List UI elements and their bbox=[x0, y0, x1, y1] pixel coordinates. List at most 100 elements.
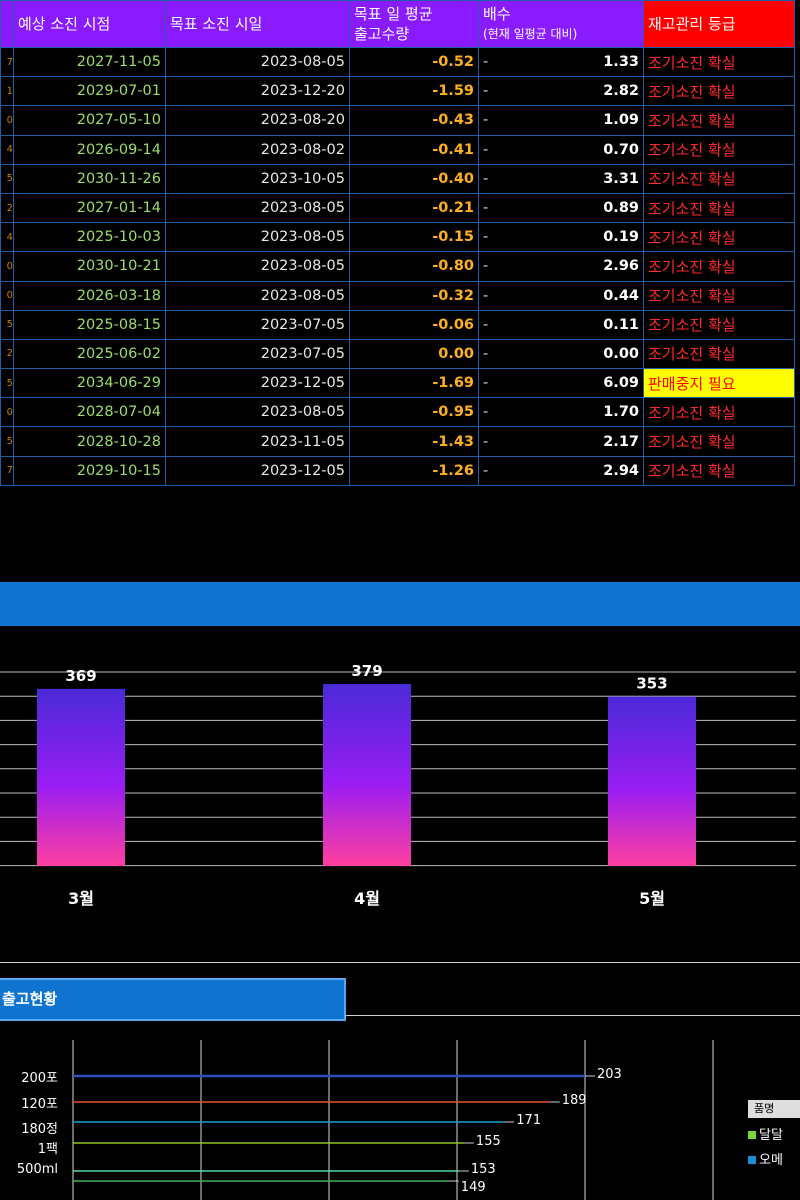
target-date-cell[interactable]: 2023-12-05 bbox=[165, 455, 350, 486]
grade-cell[interactable]: 조기소진 확실 bbox=[643, 280, 795, 311]
grade-cell[interactable]: 조기소진 확실 bbox=[643, 397, 795, 428]
expected-date-cell[interactable]: 2029-07-01 bbox=[13, 76, 166, 107]
target-date-cell[interactable]: 2023-07-05 bbox=[165, 338, 350, 370]
table-row[interactable]: 2 2027-01-14 2023-08-05 -0.21- 0.89 조기소진 확실 bbox=[0, 192, 795, 224]
edge-cell[interactable]: 4 bbox=[0, 134, 14, 165]
target-avg-cell[interactable]: -0.80 bbox=[349, 251, 479, 282]
expected-date-cell[interactable]: 2027-05-10 bbox=[13, 105, 166, 136]
expected-date-cell[interactable]: 2028-07-04 bbox=[13, 397, 166, 428]
expected-date-cell[interactable]: 2030-10-21 bbox=[13, 251, 166, 282]
table-row[interactable]: 4 2025-10-03 2023-08-05 -0.15- 0.19 조기소진 확실 bbox=[0, 222, 795, 253]
ratio-cell[interactable]: - 6.09 bbox=[478, 368, 644, 399]
expected-date-cell[interactable]: 2025-08-15 bbox=[13, 309, 166, 340]
expected-date-cell[interactable]: 2030-11-26 bbox=[13, 163, 166, 194]
grade-cell[interactable]: 조기소진 확실 bbox=[643, 338, 795, 370]
target-avg-cell[interactable]: -1.69 bbox=[349, 368, 479, 399]
target-avg-cell[interactable]: -1.26 bbox=[349, 455, 479, 486]
table-row[interactable]: 0 2028-07-04 2023-08-05 -0.95- 1.70 조기소진 확실 bbox=[0, 397, 795, 428]
table-row[interactable]: 1 2029-07-01 2023-12-20 -1.59- 2.82 조기소진 확실 bbox=[0, 76, 795, 107]
target-date-cell[interactable]: 2023-11-05 bbox=[165, 426, 350, 457]
table-row[interactable]: 0 2027-05-10 2023-08-20 -0.43- 1.09 조기소진 확실 bbox=[0, 105, 795, 136]
grade-cell[interactable]: 조기소진 확실 bbox=[643, 222, 795, 253]
target-date-cell[interactable]: 2023-08-05 bbox=[165, 251, 350, 282]
target-avg-cell[interactable]: -0.43 bbox=[349, 105, 479, 136]
ratio-cell[interactable]: - 0.11 bbox=[478, 309, 644, 340]
edge-cell[interactable]: 7 bbox=[0, 46, 14, 78]
table-row[interactable]: 2 2025-06-02 2023-07-05 0.00-0.00 조기소진 확실 bbox=[0, 338, 795, 370]
ratio-cell[interactable]: - 1.09 bbox=[478, 105, 644, 136]
grade-cell[interactable]: 조기소진 확실 bbox=[643, 134, 795, 165]
table-row[interactable]: 5 2025-08-15 2023-07-05 -0.06- 0.11 조기소진 확실 bbox=[0, 309, 795, 340]
target-avg-cell[interactable]: -1.43 bbox=[349, 426, 479, 457]
table-row[interactable]: 7 2029-10-15 2023-12-05 -1.26- 2.94 조기소진 확실 bbox=[0, 455, 795, 486]
edge-cell[interactable]: 2 bbox=[0, 192, 14, 224]
expected-date-cell[interactable]: 2025-10-03 bbox=[13, 222, 166, 253]
ratio-cell[interactable]: - 0.70 bbox=[478, 134, 644, 165]
ratio-cell[interactable]: - 0.00 bbox=[478, 338, 644, 370]
expected-date-cell[interactable]: 2034-06-29 bbox=[13, 368, 166, 399]
edge-cell[interactable]: 0 bbox=[0, 280, 14, 311]
edge-cell[interactable]: 5 bbox=[0, 163, 14, 194]
ratio-cell[interactable]: - 2.82 bbox=[478, 76, 644, 107]
table-row[interactable]: 5 2034-06-29 2023-12-05 -1.69- 6.09 판매중지 필요 bbox=[0, 368, 795, 399]
expected-date-cell[interactable]: 2026-09-14 bbox=[13, 134, 166, 165]
legend-item[interactable]: 달달 bbox=[748, 1124, 800, 1143]
table-row[interactable]: 0 2026-03-18 2023-08-05 -0.32- 0.44 조기소진 확실 bbox=[0, 280, 795, 311]
grade-cell[interactable]: 조기소진 확실 bbox=[643, 455, 795, 486]
header-target-date[interactable]: 목표 소진 시일 bbox=[165, 0, 350, 48]
expected-date-cell[interactable]: 2025-06-02 bbox=[13, 338, 166, 370]
grade-cell[interactable]: 조기소진 확실 bbox=[643, 192, 795, 224]
target-avg-cell[interactable]: 0.00 bbox=[349, 338, 479, 370]
edge-cell[interactable]: 7 bbox=[0, 455, 14, 486]
table-row[interactable]: 5 2028-10-28 2023-11-05 -1.43- 2.17 조기소진 확실 bbox=[0, 426, 795, 457]
target-avg-cell[interactable]: -0.21 bbox=[349, 192, 479, 224]
target-date-cell[interactable]: 2023-10-05 bbox=[165, 163, 350, 194]
legend-item[interactable]: 오메 bbox=[748, 1149, 800, 1168]
edge-cell[interactable]: 5 bbox=[0, 368, 14, 399]
target-avg-cell[interactable]: -0.95 bbox=[349, 397, 479, 428]
bar-3월[interactable] bbox=[37, 688, 125, 866]
target-avg-cell[interactable]: -0.40 bbox=[349, 163, 479, 194]
grade-cell[interactable]: 조기소진 확실 bbox=[643, 105, 795, 136]
target-avg-cell[interactable]: -0.15 bbox=[349, 222, 479, 253]
edge-cell[interactable]: 5 bbox=[0, 309, 14, 340]
table-row[interactable]: 7 2027-11-05 2023-08-05 -0.52- 1.33 조기소진 확실 bbox=[0, 46, 795, 78]
expected-date-cell[interactable]: 2027-01-14 bbox=[13, 192, 166, 224]
grade-cell[interactable]: 조기소진 확실 bbox=[643, 251, 795, 282]
ratio-cell[interactable]: - 0.19 bbox=[478, 222, 644, 253]
ratio-cell[interactable]: - 0.44 bbox=[478, 280, 644, 311]
target-avg-cell[interactable]: -0.52 bbox=[349, 46, 479, 78]
table-row[interactable]: 0 2030-10-21 2023-08-05 -0.80- 2.96 조기소진 확실 bbox=[0, 251, 795, 282]
target-avg-cell[interactable]: -0.32 bbox=[349, 280, 479, 311]
grade-cell[interactable]: 조기소진 확실 bbox=[643, 76, 795, 107]
target-date-cell[interactable]: 2023-08-05 bbox=[165, 192, 350, 224]
edge-cell[interactable]: 4 bbox=[0, 222, 14, 253]
target-date-cell[interactable]: 2023-08-02 bbox=[165, 134, 350, 165]
target-date-cell[interactable]: 2023-08-05 bbox=[165, 397, 350, 428]
expected-date-cell[interactable]: 2026-03-18 bbox=[13, 280, 166, 311]
grade-cell[interactable]: 조기소진 확실 bbox=[643, 309, 795, 340]
expected-date-cell[interactable]: 2029-10-15 bbox=[13, 455, 166, 486]
target-date-cell[interactable]: 2023-08-05 bbox=[165, 46, 350, 78]
target-avg-cell[interactable]: -0.41 bbox=[349, 134, 479, 165]
target-date-cell[interactable]: 2023-07-05 bbox=[165, 309, 350, 340]
edge-cell[interactable]: 0 bbox=[0, 105, 14, 136]
target-date-cell[interactable]: 2023-12-05 bbox=[165, 368, 350, 399]
grade-cell[interactable]: 조기소진 확실 bbox=[643, 163, 795, 194]
target-date-cell[interactable]: 2023-12-20 bbox=[165, 76, 350, 107]
target-date-cell[interactable]: 2023-08-05 bbox=[165, 222, 350, 253]
ratio-cell[interactable]: - 1.33 bbox=[478, 46, 644, 78]
expected-date-cell[interactable]: 2028-10-28 bbox=[13, 426, 166, 457]
target-date-cell[interactable]: 2023-08-20 bbox=[165, 105, 350, 136]
bar-5월[interactable] bbox=[608, 696, 696, 866]
ratio-cell[interactable]: - 3.31 bbox=[478, 163, 644, 194]
table-row[interactable]: 4 2026-09-14 2023-08-02 -0.41- 0.70 조기소진 확실 bbox=[0, 134, 795, 165]
grade-cell[interactable]: 조기소진 확실 bbox=[643, 46, 795, 78]
edge-cell[interactable]: 0 bbox=[0, 251, 14, 282]
edge-cell[interactable]: 5 bbox=[0, 426, 14, 457]
table-row[interactable]: 5 2030-11-26 2023-10-05 -0.40- 3.31 조기소진 확실 bbox=[0, 163, 795, 194]
expected-date-cell[interactable]: 2027-11-05 bbox=[13, 46, 166, 78]
target-avg-cell[interactable]: -0.06 bbox=[349, 309, 479, 340]
grade-cell[interactable]: 판매중지 필요 bbox=[643, 368, 795, 399]
edge-cell[interactable]: 1 bbox=[0, 76, 14, 107]
